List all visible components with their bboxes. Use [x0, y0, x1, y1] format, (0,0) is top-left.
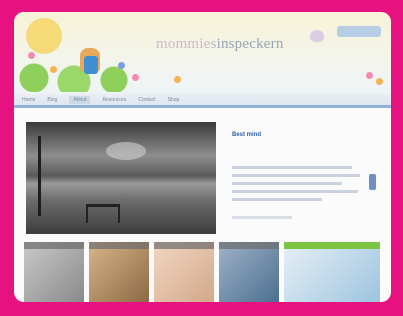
flower-icon: [132, 74, 139, 81]
thumbnail-caption: [284, 242, 380, 249]
thumbnail-caption: [219, 242, 279, 249]
featured-photo[interactable]: [26, 122, 216, 234]
thumbnail-row: [22, 242, 387, 302]
cloud-shape: [106, 142, 146, 160]
site-header: mommiesinspeckern: [14, 12, 391, 94]
thumbnail-caption: [89, 242, 149, 249]
thumbnail-3[interactable]: [154, 242, 214, 302]
text-line: [232, 190, 358, 193]
text-line: [232, 166, 352, 169]
lamp-post-shape: [38, 136, 41, 216]
flower-icon: [50, 66, 57, 73]
next-slide-button[interactable]: [369, 174, 376, 190]
flower-icon: [376, 78, 383, 85]
thumbnail-2[interactable]: [89, 242, 149, 302]
featured-headline[interactable]: Best mind: [232, 132, 261, 138]
site-logo[interactable]: mommiesinspeckern: [156, 36, 284, 53]
thumbnail-caption: [154, 242, 214, 249]
nav-item-resources[interactable]: Resources: [102, 97, 126, 103]
nav-item-contact[interactable]: Contact: [138, 97, 155, 103]
butterfly-icon: [310, 30, 324, 42]
main-nav: Home Blog About Resources Contact Shop: [14, 94, 391, 108]
text-line: [232, 182, 342, 185]
nav-item-blog[interactable]: Blog: [47, 97, 57, 103]
text-line: [232, 198, 322, 201]
thumbnail-5[interactable]: [284, 242, 380, 302]
featured-text-panel: Best mind: [226, 122, 376, 234]
thumbnail-1[interactable]: [24, 242, 84, 302]
search-box[interactable]: [337, 26, 381, 37]
nav-item-about[interactable]: About: [69, 95, 91, 104]
nav-item-shop[interactable]: Shop: [168, 97, 180, 103]
website-screenshot: mommiesinspeckern Home Blog About Resour…: [14, 12, 391, 302]
bench-shape: [86, 204, 120, 223]
text-line: [232, 216, 292, 219]
text-line: [232, 174, 360, 177]
flower-icon: [174, 76, 181, 83]
thumbnail-caption: [24, 242, 84, 249]
featured-section: Best mind: [22, 118, 382, 236]
flower-icon: [28, 52, 35, 59]
flower-icon: [118, 62, 125, 69]
flower-icon: [366, 72, 373, 79]
nav-item-home[interactable]: Home: [22, 97, 35, 103]
thumbnail-4[interactable]: [219, 242, 279, 302]
child-body-illustration: [84, 56, 98, 74]
